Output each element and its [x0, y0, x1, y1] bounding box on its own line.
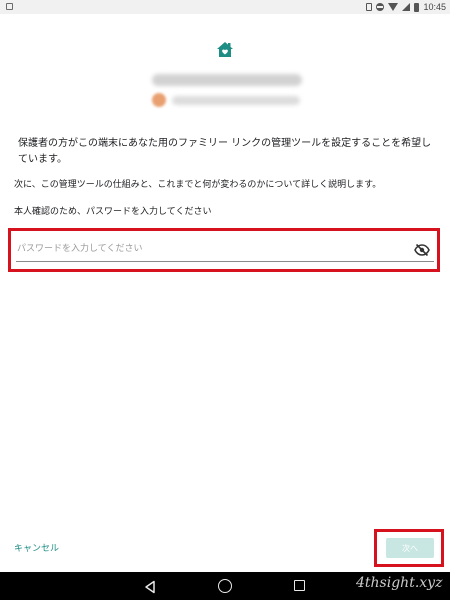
verify-prompt: 本人確認のため、パスワードを入力してください [14, 207, 212, 217]
vibrate-icon [366, 3, 373, 11]
profile-email-redacted [172, 96, 300, 105]
signal-icon [402, 3, 411, 11]
notification-icon [6, 3, 13, 10]
recents-square-icon[interactable] [294, 580, 305, 591]
password-input[interactable] [16, 238, 406, 260]
field-underline [16, 261, 434, 262]
home-circle-icon[interactable] [218, 579, 232, 593]
profile-name-redacted [152, 74, 302, 86]
wifi-icon [388, 3, 399, 11]
do-not-disturb-icon [376, 3, 385, 11]
status-icons: 10:45 [366, 0, 446, 14]
intro-text: 保護者の方がこの端末にあなた用のファミリー リンクの管理ツールを設定することを希… [18, 138, 432, 165]
back-triangle-icon[interactable] [143, 579, 157, 594]
next-button[interactable]: 次へ [386, 538, 434, 558]
status-bar: 10:45 [0, 0, 450, 14]
status-time: 10:45 [423, 2, 446, 12]
battery-icon [414, 2, 420, 12]
avatar [152, 93, 166, 107]
explanation-text: 次に、この管理ツールの仕組みと、これまでと何が変わるのかについて詳しく説明します… [14, 180, 382, 190]
home-heart-icon [215, 40, 235, 60]
password-field [16, 238, 434, 262]
visibility-off-icon[interactable] [414, 242, 430, 257]
cancel-button[interactable]: キャンセル [14, 541, 59, 554]
watermark: 4thsight.xyz [356, 575, 443, 591]
